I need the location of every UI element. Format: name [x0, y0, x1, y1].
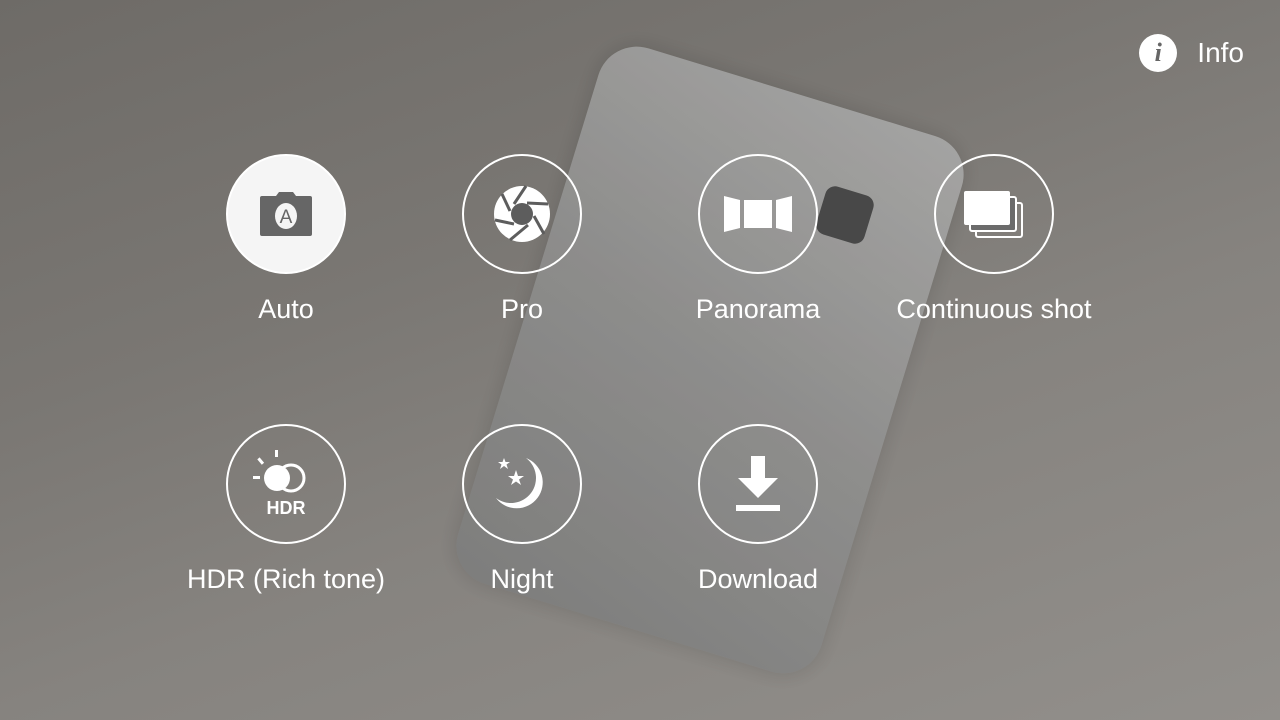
- aperture-icon: [494, 185, 550, 242]
- mode-label: Auto: [258, 294, 314, 324]
- mode-label: Panorama: [695, 294, 821, 324]
- mode-download-circle: [698, 424, 818, 544]
- info-icon: i: [1139, 34, 1178, 72]
- svg-text:A: A: [280, 207, 293, 228]
- mode-download[interactable]: Download: [638, 424, 878, 595]
- mode-pro[interactable]: Pro: [402, 154, 642, 325]
- mode-hdr-circle: HDR: [226, 424, 346, 544]
- mode-panorama-circle: [698, 154, 818, 274]
- mode-label: Night: [490, 564, 554, 594]
- hdr-icon: HDR: [253, 450, 306, 518]
- panorama-icon: [724, 196, 792, 232]
- continuous-shot-icon: [964, 191, 1023, 238]
- mode-label: Download: [697, 564, 819, 594]
- mode-night-circle: [462, 424, 582, 544]
- mode-hdr[interactable]: HDR HDR (Rich tone): [166, 424, 406, 595]
- mode-continuous-shot[interactable]: Continuous shot: [874, 154, 1114, 325]
- mode-label: Pro: [500, 294, 544, 324]
- info-button[interactable]: i Info: [1139, 34, 1244, 72]
- mode-continuous-circle: [934, 154, 1054, 274]
- hdr-icon-text: HDR: [267, 498, 306, 518]
- mode-auto[interactable]: A Auto: [166, 154, 406, 325]
- mode-auto-circle: A: [226, 154, 346, 274]
- mode-pro-circle: [462, 154, 582, 274]
- mode-panorama[interactable]: Panorama: [638, 154, 878, 325]
- download-icon: [736, 456, 780, 511]
- night-moon-icon: [496, 458, 543, 509]
- camera-auto-icon: A: [260, 192, 312, 236]
- info-label: Info: [1197, 37, 1244, 68]
- mode-night[interactable]: Night: [402, 424, 642, 595]
- mode-label: HDR (Rich tone): [186, 564, 386, 594]
- mode-label: Continuous shot: [896, 294, 1092, 324]
